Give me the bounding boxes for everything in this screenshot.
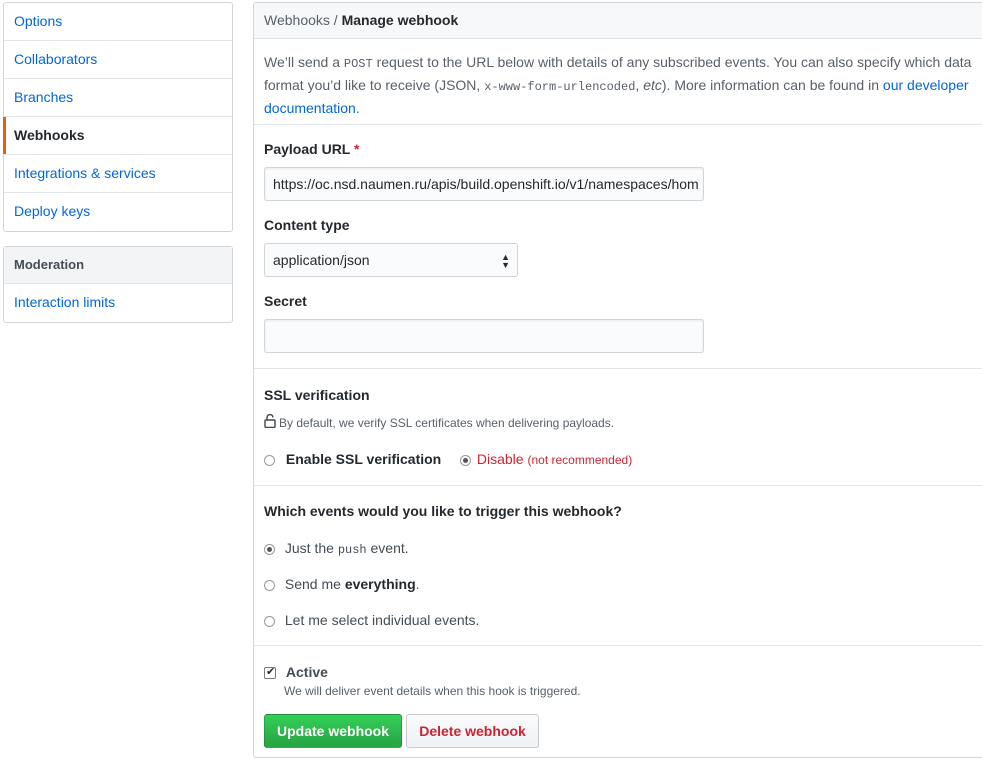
everything-bold: everything xyxy=(344,576,416,592)
post-code: POST xyxy=(343,57,373,71)
update-webhook-button[interactable]: Update webhook xyxy=(264,714,402,748)
webhook-events-section: Which events would you like to trigger t… xyxy=(254,486,982,646)
payload-url-label-text: Payload URL xyxy=(264,141,351,157)
breadcrumb-webhooks-link[interactable]: Webhooks xyxy=(264,12,330,28)
intro-etc: etc xyxy=(643,77,662,93)
active-note: We will deliver event details when this … xyxy=(284,684,581,698)
intro-text: ). More information can be found in xyxy=(661,77,883,93)
active-option[interactable]: Active xyxy=(264,664,328,680)
enable-ssl-label: Enable SSL verification xyxy=(285,451,442,467)
moderation-sidebar-menu: Moderation Interaction limits xyxy=(3,246,233,323)
payload-url-label: Payload URL * xyxy=(264,141,359,157)
urlencoded-code: x-www-form-urlencoded xyxy=(484,80,636,94)
manage-webhook-panel: Webhooks / Manage webhook We’ll send a P… xyxy=(253,2,982,758)
select-arrows-icon: ▲ ▼ xyxy=(501,252,510,270)
content-type-value: application/json xyxy=(273,252,370,268)
unlock-icon xyxy=(264,413,276,429)
disable-ssl-note: (not recommended) xyxy=(527,453,633,467)
active-checkbox[interactable] xyxy=(264,665,276,680)
breadcrumb: Webhooks / Manage webhook xyxy=(254,3,982,39)
breadcrumb-separator: / xyxy=(329,12,342,28)
push-event-text: Just the xyxy=(284,540,338,556)
active-label: Active xyxy=(285,664,328,680)
event-option-individual[interactable]: Let me select individual events. xyxy=(264,612,479,628)
disable-ssl-label: Disable xyxy=(476,451,524,467)
intro-text: . xyxy=(355,100,360,116)
sidebar-item-webhooks[interactable]: Webhooks xyxy=(3,117,232,155)
push-event-label: Just the push event. xyxy=(284,540,409,557)
push-event-radio[interactable] xyxy=(264,543,275,555)
push-code: push xyxy=(337,543,367,557)
delete-webhook-button[interactable]: Delete webhook xyxy=(406,714,539,748)
moderation-heading: Moderation xyxy=(4,247,232,284)
everything-text: Send me xyxy=(284,576,345,592)
sidebar-item-branches[interactable]: Branches xyxy=(4,79,232,117)
events-heading: Which events would you like to trigger t… xyxy=(264,503,622,519)
page-title: Manage webhook xyxy=(341,12,459,28)
settings-sidebar-menu: Options Collaborators Branches Webhooks … xyxy=(3,2,233,232)
sidebar-item-collaborators[interactable]: Collaborators xyxy=(4,41,232,79)
event-option-everything[interactable]: Send me everything. xyxy=(264,576,420,592)
webhook-form-fields: Payload URL * https://oc.nsd.naumen.ru/a… xyxy=(254,125,982,369)
intro-text: We’ll send a xyxy=(264,54,344,70)
ssl-note: By default, we verify SSL certificates w… xyxy=(279,416,615,430)
ssl-heading: SSL verification xyxy=(264,387,370,403)
push-event-text: event. xyxy=(366,540,409,556)
secret-input[interactable] xyxy=(264,319,704,353)
sidebar-item-options[interactable]: Options xyxy=(4,3,232,41)
secret-label: Secret xyxy=(264,293,307,309)
ssl-verification-section: SSL verification By default, we verify S… xyxy=(254,369,982,486)
disable-ssl-radio[interactable] xyxy=(460,454,471,466)
everything-text: . xyxy=(415,576,420,592)
enable-ssl-radio[interactable] xyxy=(264,454,275,466)
required-mark: * xyxy=(354,141,360,157)
event-option-push[interactable]: Just the push event. xyxy=(264,540,409,557)
content-type-label: Content type xyxy=(264,217,350,233)
webhook-intro: We’ll send a POST request to the URL bel… xyxy=(254,39,982,125)
active-and-actions: Active We will deliver event details whe… xyxy=(254,646,982,759)
everything-radio[interactable] xyxy=(264,579,275,591)
payload-url-input[interactable]: https://oc.nsd.naumen.ru/apis/build.open… xyxy=(264,167,704,201)
individual-events-label: Let me select individual events. xyxy=(284,612,480,628)
enable-ssl-option[interactable]: Enable SSL verification xyxy=(264,451,441,467)
everything-label: Send me everything. xyxy=(285,576,420,592)
sidebar-item-interaction-limits[interactable]: Interaction limits xyxy=(4,284,232,322)
disable-ssl-option[interactable]: Disable (not recommended) xyxy=(460,451,632,467)
sidebar-item-deploy-keys[interactable]: Deploy keys xyxy=(4,193,232,231)
content-type-select[interactable]: application/json ▲ ▼ xyxy=(264,243,518,277)
individual-events-radio[interactable] xyxy=(264,615,275,627)
sidebar-item-integrations-services[interactable]: Integrations & services xyxy=(4,155,232,193)
